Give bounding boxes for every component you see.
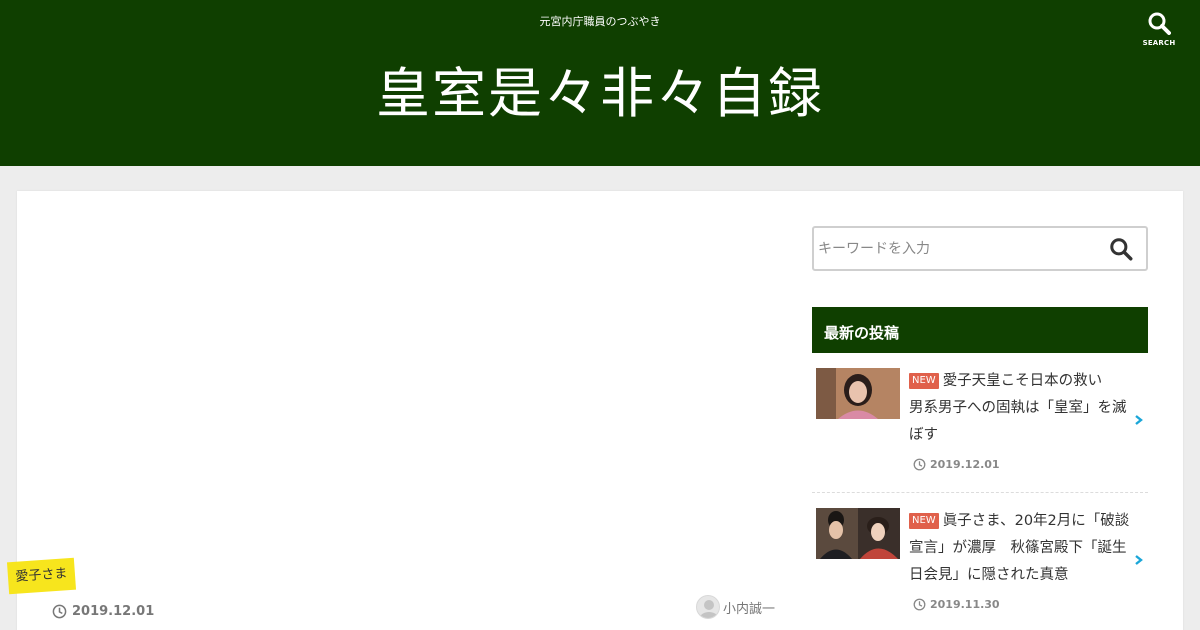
post-thumbnail (816, 508, 900, 559)
author-name: 小内誠一 (723, 601, 776, 617)
header-search-button[interactable]: SEARCH (1139, 11, 1179, 55)
site-tagline: 元宮内庁職員のつぶやき (539, 15, 661, 28)
clock-icon (52, 604, 67, 618)
new-badge: NEW (909, 513, 939, 529)
post-divider (812, 492, 1148, 493)
chevron-right-icon (1135, 555, 1143, 565)
post-date-text: 2019.12.01 (930, 458, 1000, 471)
new-badge: NEW (909, 373, 939, 389)
search-submit-button[interactable] (1108, 236, 1136, 264)
user-icon (700, 600, 718, 618)
post-title: NEW 愛子天皇こそ日本の救い 男系男子への固執は「皇室」を滅ぼす (909, 368, 1131, 449)
recent-post-item[interactable]: NEW 愛子天皇こそ日本の救い 男系男子への固執は「皇室」を滅ぼす 2019.12… (812, 368, 1148, 493)
search-icon (1148, 12, 1171, 35)
post-date-text: 2019.11.30 (930, 598, 1000, 611)
sidebar-search-form (812, 226, 1148, 271)
post-thumbnail (816, 368, 900, 419)
chevron-right-icon (1135, 415, 1143, 425)
post-title-text: 愛子天皇こそ日本の救い 男系男子への固執は「皇室」を滅ぼす (909, 373, 1127, 443)
article-date-text: 2019.12.01 (72, 603, 155, 619)
post-date: 2019.12.01 (913, 458, 1000, 471)
clock-icon (913, 458, 926, 471)
post-date: 2019.11.30 (913, 598, 1000, 611)
search-label: SEARCH (1142, 39, 1176, 47)
post-title: NEW 眞子さま、20年2月に「破談宣言」が濃厚 秋篠宮殿下「誕生日会見」に隠され… (909, 508, 1131, 589)
post-title-text: 眞子さま、20年2月に「破談宣言」が濃厚 秋篠宮殿下「誕生日会見」に隠された真意 (909, 513, 1130, 583)
search-input[interactable] (818, 232, 1098, 265)
recent-posts-title: 最新の投稿 (812, 307, 1148, 353)
avatar (696, 595, 720, 619)
category-badge[interactable]: 愛子さま (6, 557, 77, 595)
article-author[interactable]: 小内誠一 (696, 595, 775, 619)
recent-post-item[interactable]: NEW 眞子さま、20年2月に「破談宣言」が濃厚 秋篠宮殿下「誕生日会見」に隠され… (812, 508, 1148, 630)
article-date: 2019.12.01 (52, 601, 154, 621)
site-title[interactable]: 皇室是々非々自録 (0, 56, 1200, 132)
clock-icon (913, 598, 926, 611)
search-icon (1110, 238, 1133, 261)
site-header: 元宮内庁職員のつぶやき 皇室是々非々自録 SEARCH (0, 0, 1200, 166)
